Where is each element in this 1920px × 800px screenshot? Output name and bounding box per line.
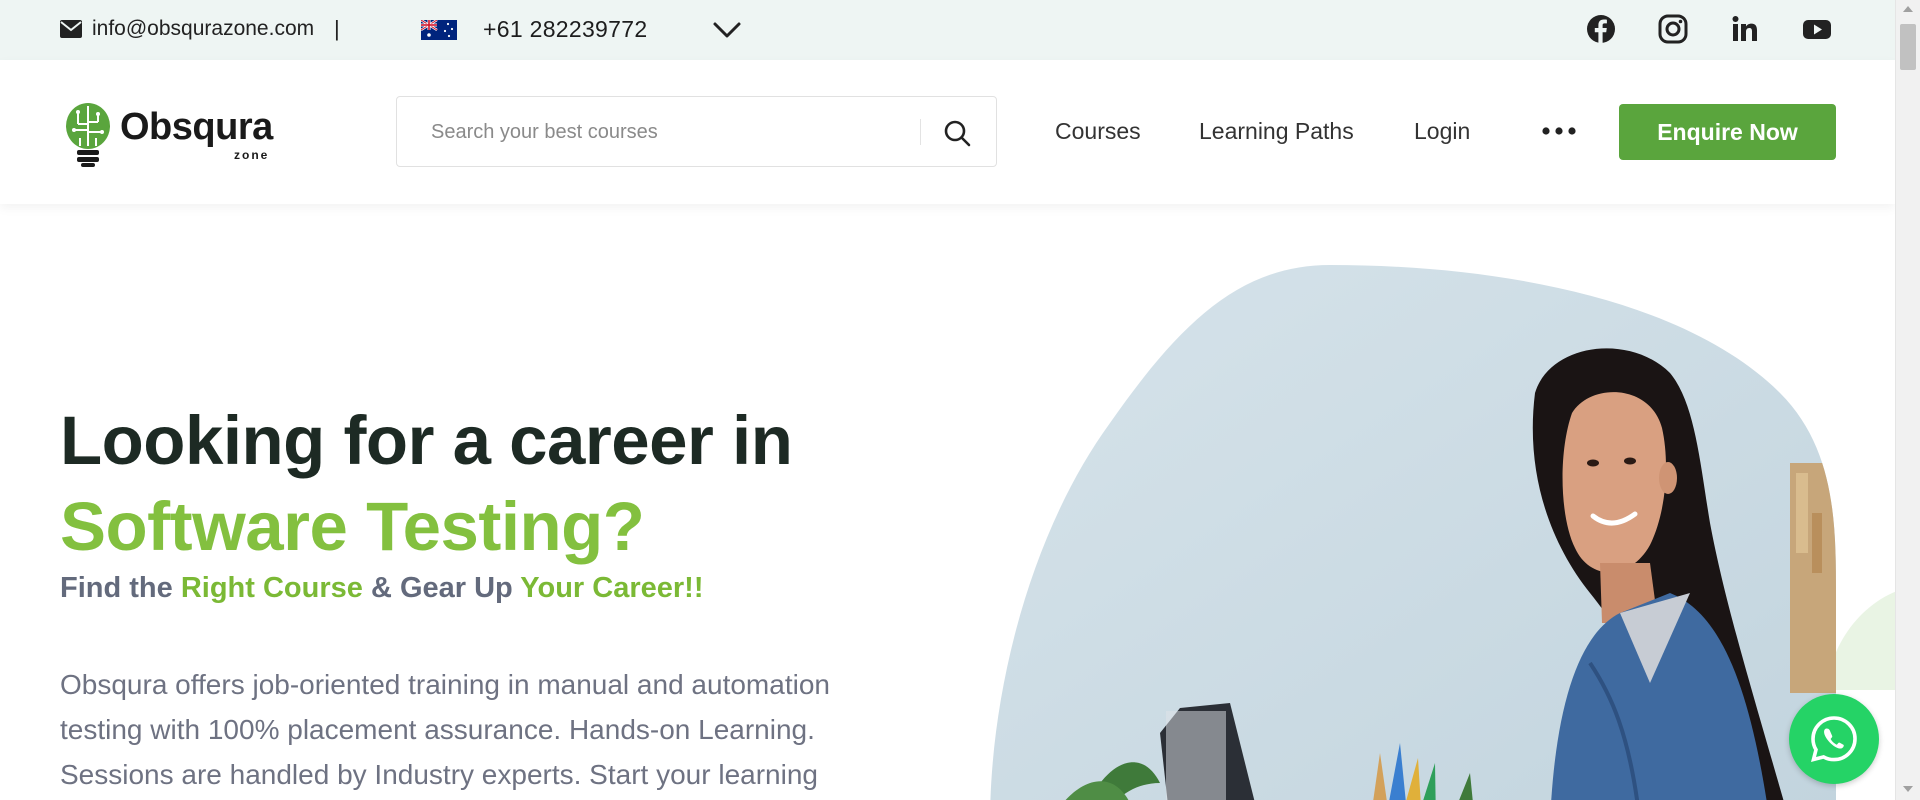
vertical-scrollbar[interactable] xyxy=(1895,0,1920,800)
more-options-icon[interactable] xyxy=(1541,124,1577,138)
chevron-down-icon[interactable] xyxy=(712,18,742,42)
top-contact-bar: info@obsqurazone.com | +61 282239772 xyxy=(0,0,1895,60)
nav-learning-paths[interactable]: Learning Paths xyxy=(1199,118,1354,145)
facebook-icon[interactable] xyxy=(1586,14,1616,44)
scroll-down-arrow-icon[interactable] xyxy=(1903,786,1913,792)
hero-subtitle: Find the Right Course & Gear Up Your Car… xyxy=(60,572,703,605)
search-button[interactable] xyxy=(937,113,977,153)
email-text: info@obsqurazone.com xyxy=(92,17,315,40)
phone-number[interactable]: +61 282239772 xyxy=(483,16,647,43)
search-input[interactable] xyxy=(431,115,911,149)
search-icon xyxy=(944,120,971,147)
main-header: Obsqura zone Courses Learning Paths Logi… xyxy=(0,60,1895,204)
australia-flag-icon[interactable] xyxy=(421,20,457,40)
nav-login[interactable]: Login xyxy=(1414,118,1470,145)
youtube-icon[interactable] xyxy=(1802,14,1832,44)
course-search xyxy=(396,96,997,167)
page: info@obsqurazone.com | +61 282239772 Obs… xyxy=(0,0,1920,800)
hero-image xyxy=(990,265,1836,800)
bulb-logo-icon xyxy=(66,103,110,167)
linkedin-icon[interactable] xyxy=(1730,14,1760,44)
email-link[interactable]: info@obsqurazone.com xyxy=(60,17,314,41)
envelope-icon xyxy=(60,20,82,38)
hero-sub-part2: Right Course xyxy=(180,572,363,604)
hero-description: Obsqura offers job-oriented training in … xyxy=(60,669,830,790)
scroll-up-arrow-icon[interactable] xyxy=(1903,6,1913,12)
hero-title: Looking for a career in Software Testing… xyxy=(60,398,793,570)
whatsapp-icon xyxy=(1811,716,1857,763)
scrollbar-thumb[interactable] xyxy=(1900,24,1916,70)
hero-title-line1: Looking for a career in xyxy=(60,402,793,479)
search-divider xyxy=(920,119,921,145)
logo[interactable]: Obsqura zone xyxy=(64,102,284,168)
topbar-separator: | xyxy=(334,16,340,41)
nav-courses[interactable]: Courses xyxy=(1055,118,1141,145)
instagram-icon[interactable] xyxy=(1658,14,1688,44)
whatsapp-button[interactable] xyxy=(1789,694,1879,784)
logo-sub-text: zone xyxy=(234,148,270,162)
logo-brand-text: Obsqura xyxy=(120,106,273,148)
hero-sub-part1: Find the xyxy=(60,572,181,604)
hero-title-line2: Software Testing? xyxy=(60,488,645,565)
hero-sub-part3: & Gear Up xyxy=(362,572,521,604)
enquire-now-button[interactable]: Enquire Now xyxy=(1619,104,1836,160)
hero-sub-part4: Your Career!! xyxy=(520,572,704,604)
decorative-leaf-shape xyxy=(1830,590,1900,690)
